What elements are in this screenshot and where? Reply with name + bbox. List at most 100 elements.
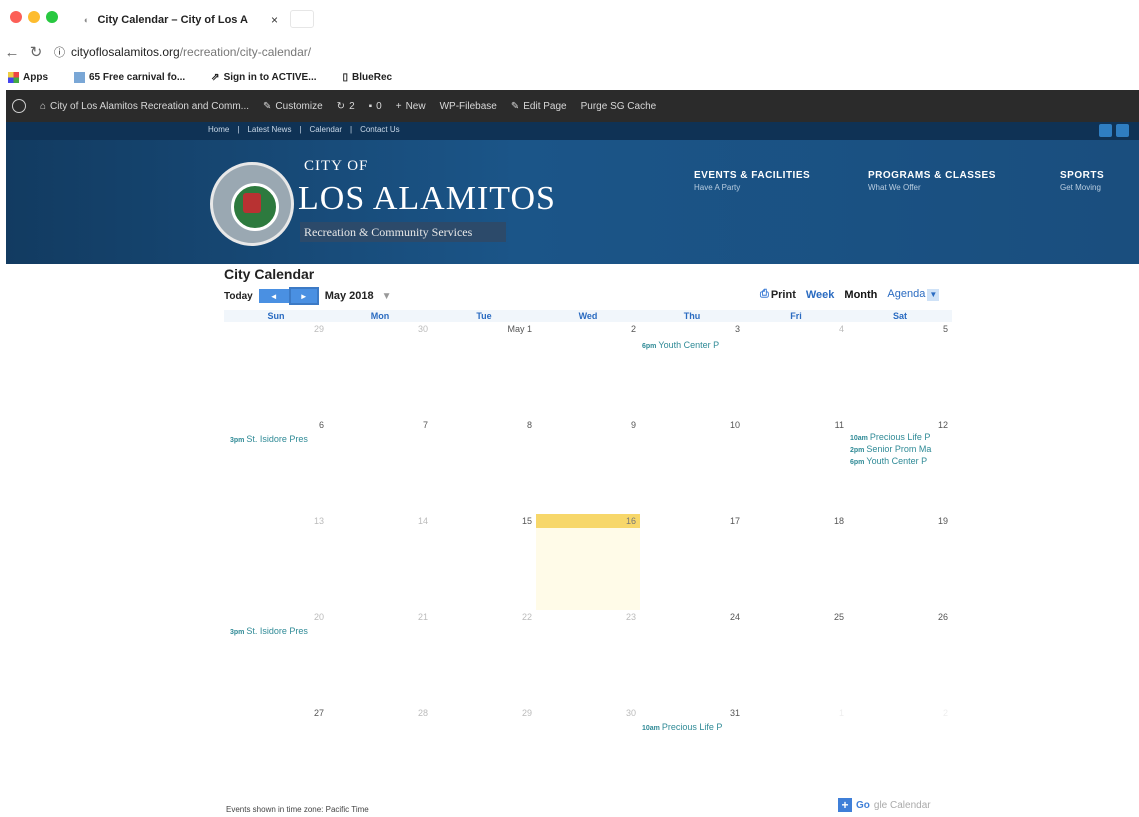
day-cell[interactable]: 31 10am Precious Life P — [640, 706, 744, 802]
minimize-window-icon[interactable] — [28, 11, 40, 23]
day-cell[interactable]: May 1 — [432, 322, 536, 418]
bookmark-active[interactable]: ⇗ Sign in to ACTIVE... — [211, 72, 316, 83]
prev-month-button[interactable]: ◄ — [258, 289, 289, 303]
day-cell[interactable]: 6 3pm St. Isidore Pres — [224, 418, 328, 514]
bookmark-bluerec[interactable]: ▯ BlueRec — [343, 72, 393, 83]
admin-comments[interactable]: ▪ 0 — [369, 101, 382, 112]
admin-updates[interactable]: ↻ 2 — [337, 101, 355, 112]
day-number: 11 — [834, 420, 844, 430]
browser-tab[interactable]: ◐ City Calendar – City of Los A × — [78, 6, 288, 34]
brand-subtitle: Recreation & Community Services — [300, 222, 506, 242]
day-cell-today[interactable]: 16 — [536, 514, 640, 610]
weekday-label: Wed — [578, 311, 598, 321]
event-time: 6pm — [642, 343, 657, 350]
admin-site-name[interactable]: ⌂ City of Los Alamitos Recreation and Co… — [40, 101, 249, 112]
day-cell[interactable]: 9 — [536, 418, 640, 514]
day-cell[interactable]: 22 — [432, 610, 536, 706]
calendar-event[interactable]: 3pm St. Isidore Pres — [230, 626, 308, 636]
day-cell[interactable]: 14 — [328, 514, 432, 610]
day-cell[interactable]: 2 — [536, 322, 640, 418]
facebook-icon[interactable] — [1099, 124, 1112, 137]
admin-edit-page[interactable]: ✎ Edit Page — [511, 101, 567, 112]
day-cell[interactable]: 8 — [432, 418, 536, 514]
day-cell[interactable]: 10 — [640, 418, 744, 514]
bookmark-apps[interactable]: Apps — [8, 71, 48, 83]
nav-events-facilities[interactable]: EVENTS & FACILITIES Have A Party — [694, 170, 810, 192]
google-calendar-button[interactable]: + Go gle Calendar — [838, 798, 931, 812]
today-button[interactable]: Today — [224, 291, 253, 302]
day-cell[interactable]: 17 — [640, 514, 744, 610]
calendar-event[interactable]: 3pm St. Isidore Pres — [230, 434, 308, 444]
day-cell[interactable]: 4 — [744, 322, 848, 418]
day-cell[interactable]: 7 — [328, 418, 432, 514]
calendar-event[interactable]: 6pm Youth Center P — [850, 456, 927, 466]
day-cell[interactable]: 1 — [744, 706, 848, 802]
day-cell[interactable]: 30 — [536, 706, 640, 802]
agenda-dropdown-icon[interactable]: ▼ — [927, 289, 940, 301]
day-cell[interactable]: 24 — [640, 610, 744, 706]
calendar-event[interactable]: 10am Precious Life P — [642, 722, 722, 732]
tab-week[interactable]: Week — [806, 289, 835, 301]
tab-agenda[interactable]: Agenda ▼ — [887, 288, 940, 301]
day-cell[interactable]: 25 — [744, 610, 848, 706]
close-window-icon[interactable] — [10, 11, 22, 23]
day-number: 10 — [729, 420, 740, 430]
day-cell[interactable]: 23 — [536, 610, 640, 706]
event-title: Youth Center P — [866, 456, 928, 466]
day-cell[interactable]: 28 — [328, 706, 432, 802]
utility-link-news[interactable]: Latest News — [247, 125, 291, 134]
reload-icon[interactable]: ↻ — [24, 43, 48, 61]
city-seal-logo[interactable] — [210, 162, 294, 246]
day-cell[interactable]: 29 — [432, 706, 536, 802]
nav-programs-classes[interactable]: PROGRAMS & CLASSES What We Offer — [868, 170, 996, 192]
calendar-event[interactable]: 2pm Senior Prom Ma — [850, 444, 931, 454]
maximize-window-icon[interactable] — [46, 11, 58, 23]
utility-link-home[interactable]: Home — [208, 125, 229, 134]
separator: | — [237, 125, 240, 134]
calendar-event[interactable]: 6pm Youth Center P — [642, 340, 719, 350]
day-cell[interactable]: 12 10am Precious Life P 2pm Senior Prom Ma… — [848, 418, 952, 514]
page-title: City Calendar — [224, 266, 315, 282]
event-title: St. Isidore Pres — [246, 626, 308, 636]
day-cell[interactable]: 13 — [224, 514, 328, 610]
day-cell[interactable]: 2 — [848, 706, 952, 802]
admin-purge-cache[interactable]: Purge SG Cache — [581, 101, 657, 112]
month-dropdown-icon[interactable]: ▼ — [382, 291, 392, 302]
day-cell[interactable]: 26 — [848, 610, 952, 706]
utility-link-calendar[interactable]: Calendar — [310, 125, 342, 134]
admin-new[interactable]: + New — [396, 101, 426, 112]
tab-month[interactable]: Month — [844, 289, 877, 301]
day-cell[interactable]: 29 — [224, 322, 328, 418]
print-button[interactable]: ⎙ Print — [760, 288, 796, 301]
day-cell[interactable]: 5 — [848, 322, 952, 418]
new-tab-button[interactable] — [290, 10, 314, 28]
day-cell[interactable]: 21 — [328, 610, 432, 706]
day-cell[interactable]: 3 6pm Youth Center P — [640, 322, 744, 418]
day-cell[interactable]: 18 — [744, 514, 848, 610]
current-month-label[interactable]: May 2018 — [325, 290, 374, 302]
calendar-event[interactable]: 10am Precious Life P — [850, 432, 930, 442]
next-month-button[interactable]: ► — [288, 287, 319, 305]
back-arrow-icon[interactable]: ← — [0, 44, 24, 61]
day-cell[interactable]: 15 — [432, 514, 536, 610]
tab-close-icon[interactable]: × — [271, 6, 278, 34]
address-bar[interactable]: ⓘ cityoflosalamitos.org/recreation/city-… — [54, 44, 311, 60]
bookmark-carnival[interactable]: 65 Free carnival fo... — [74, 71, 185, 83]
brand-name[interactable]: LOS ALAMITOS — [298, 180, 556, 218]
utility-link-contact[interactable]: Contact Us — [360, 125, 400, 134]
day-cell[interactable]: 11 — [744, 418, 848, 514]
url-domain: cityoflosalamitos.org — [71, 45, 180, 59]
day-cell[interactable]: 19 — [848, 514, 952, 610]
day-number: 5 — [942, 324, 948, 334]
day-cell[interactable]: 30 — [328, 322, 432, 418]
separator: | — [350, 125, 353, 134]
nav-sports[interactable]: SPORTS Get Moving — [1060, 170, 1104, 192]
day-number: 22 — [521, 612, 532, 622]
day-cell[interactable]: 27 — [224, 706, 328, 802]
day-cell[interactable]: 20 3pm St. Isidore Pres — [224, 610, 328, 706]
twitter-icon[interactable] — [1116, 124, 1129, 137]
wordpress-icon[interactable] — [12, 99, 26, 113]
admin-customize[interactable]: ✎ Customize — [263, 101, 323, 112]
day-number: 2 — [630, 324, 636, 334]
admin-wp-filebase[interactable]: WP-Filebase — [440, 101, 497, 112]
